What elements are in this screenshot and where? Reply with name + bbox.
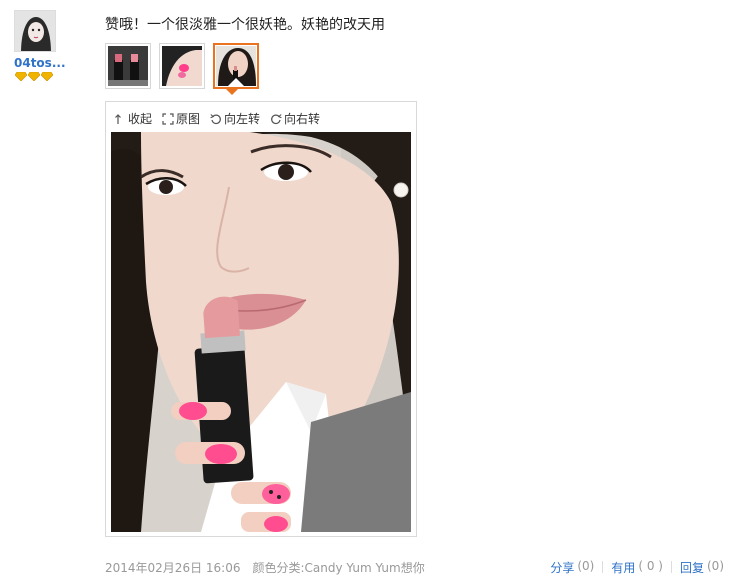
collapse-button[interactable]: 收起: [114, 110, 152, 127]
image-viewer: 收起 原图 向左转 向右转: [105, 101, 417, 537]
selfie-with-lipstick-photo: [111, 132, 411, 532]
review-actions: 分享 (0) 有用 ( 0 ) 回复 (0): [550, 559, 724, 576]
avatar-image: [15, 11, 55, 51]
share-count: (0): [577, 559, 595, 573]
share-button[interactable]: 分享: [550, 559, 574, 576]
thumbnail-3-selected[interactable]: [213, 43, 259, 89]
rotate-left-label: 向左转: [224, 112, 261, 126]
selected-thumbnail-pointer: [226, 89, 238, 95]
review-text: 赞哦！一个很淡雅一个很妖艳。妖艳的改天用: [105, 17, 385, 33]
review-date: 2014年02月26日 16:06: [105, 561, 241, 575]
useful-count: ( 0 ): [638, 559, 663, 573]
user-level-badges: [15, 72, 53, 81]
thumbnail-2[interactable]: [159, 43, 205, 89]
username-link[interactable]: 04tos...: [14, 56, 66, 70]
photo-thumbnails: [105, 43, 259, 89]
reply-count: (0): [707, 559, 724, 573]
action-divider: [602, 561, 604, 573]
viewer-toolbar: 收起 原图 向左转 向右转: [114, 110, 320, 127]
diamond-icon: [15, 72, 27, 81]
product-variant: 颜色分类:Candy Yum Yum想你: [252, 561, 425, 575]
swatch-photo-icon: [162, 46, 202, 86]
rotate-right-button[interactable]: 向右转: [270, 110, 320, 127]
original-size-label: 原图: [176, 112, 201, 126]
thumbnail-1[interactable]: [105, 43, 151, 89]
expand-icon: [162, 112, 174, 125]
rotate-left-icon: [210, 113, 221, 124]
rotate-right-icon: [271, 113, 282, 124]
diamond-icon: [41, 72, 53, 81]
collapse-arrow-icon: [115, 113, 121, 124]
rotate-right-label: 向右转: [284, 112, 321, 126]
selfie-photo-icon: [216, 46, 256, 86]
action-divider: [670, 561, 672, 573]
rotate-left-button[interactable]: 向左转: [210, 110, 260, 127]
original-size-button[interactable]: 原图: [162, 110, 200, 127]
useful-button[interactable]: 有用: [611, 559, 635, 576]
reply-button[interactable]: 回复: [680, 559, 704, 576]
user-avatar[interactable]: [14, 10, 56, 52]
diamond-icon: [28, 72, 40, 81]
lipsticks-photo-icon: [108, 46, 148, 86]
review-meta: 2014年02月26日 16:06 颜色分类:Candy Yum Yum想你: [105, 559, 425, 576]
enlarged-photo[interactable]: [111, 132, 411, 532]
collapse-label: 收起: [128, 112, 153, 126]
